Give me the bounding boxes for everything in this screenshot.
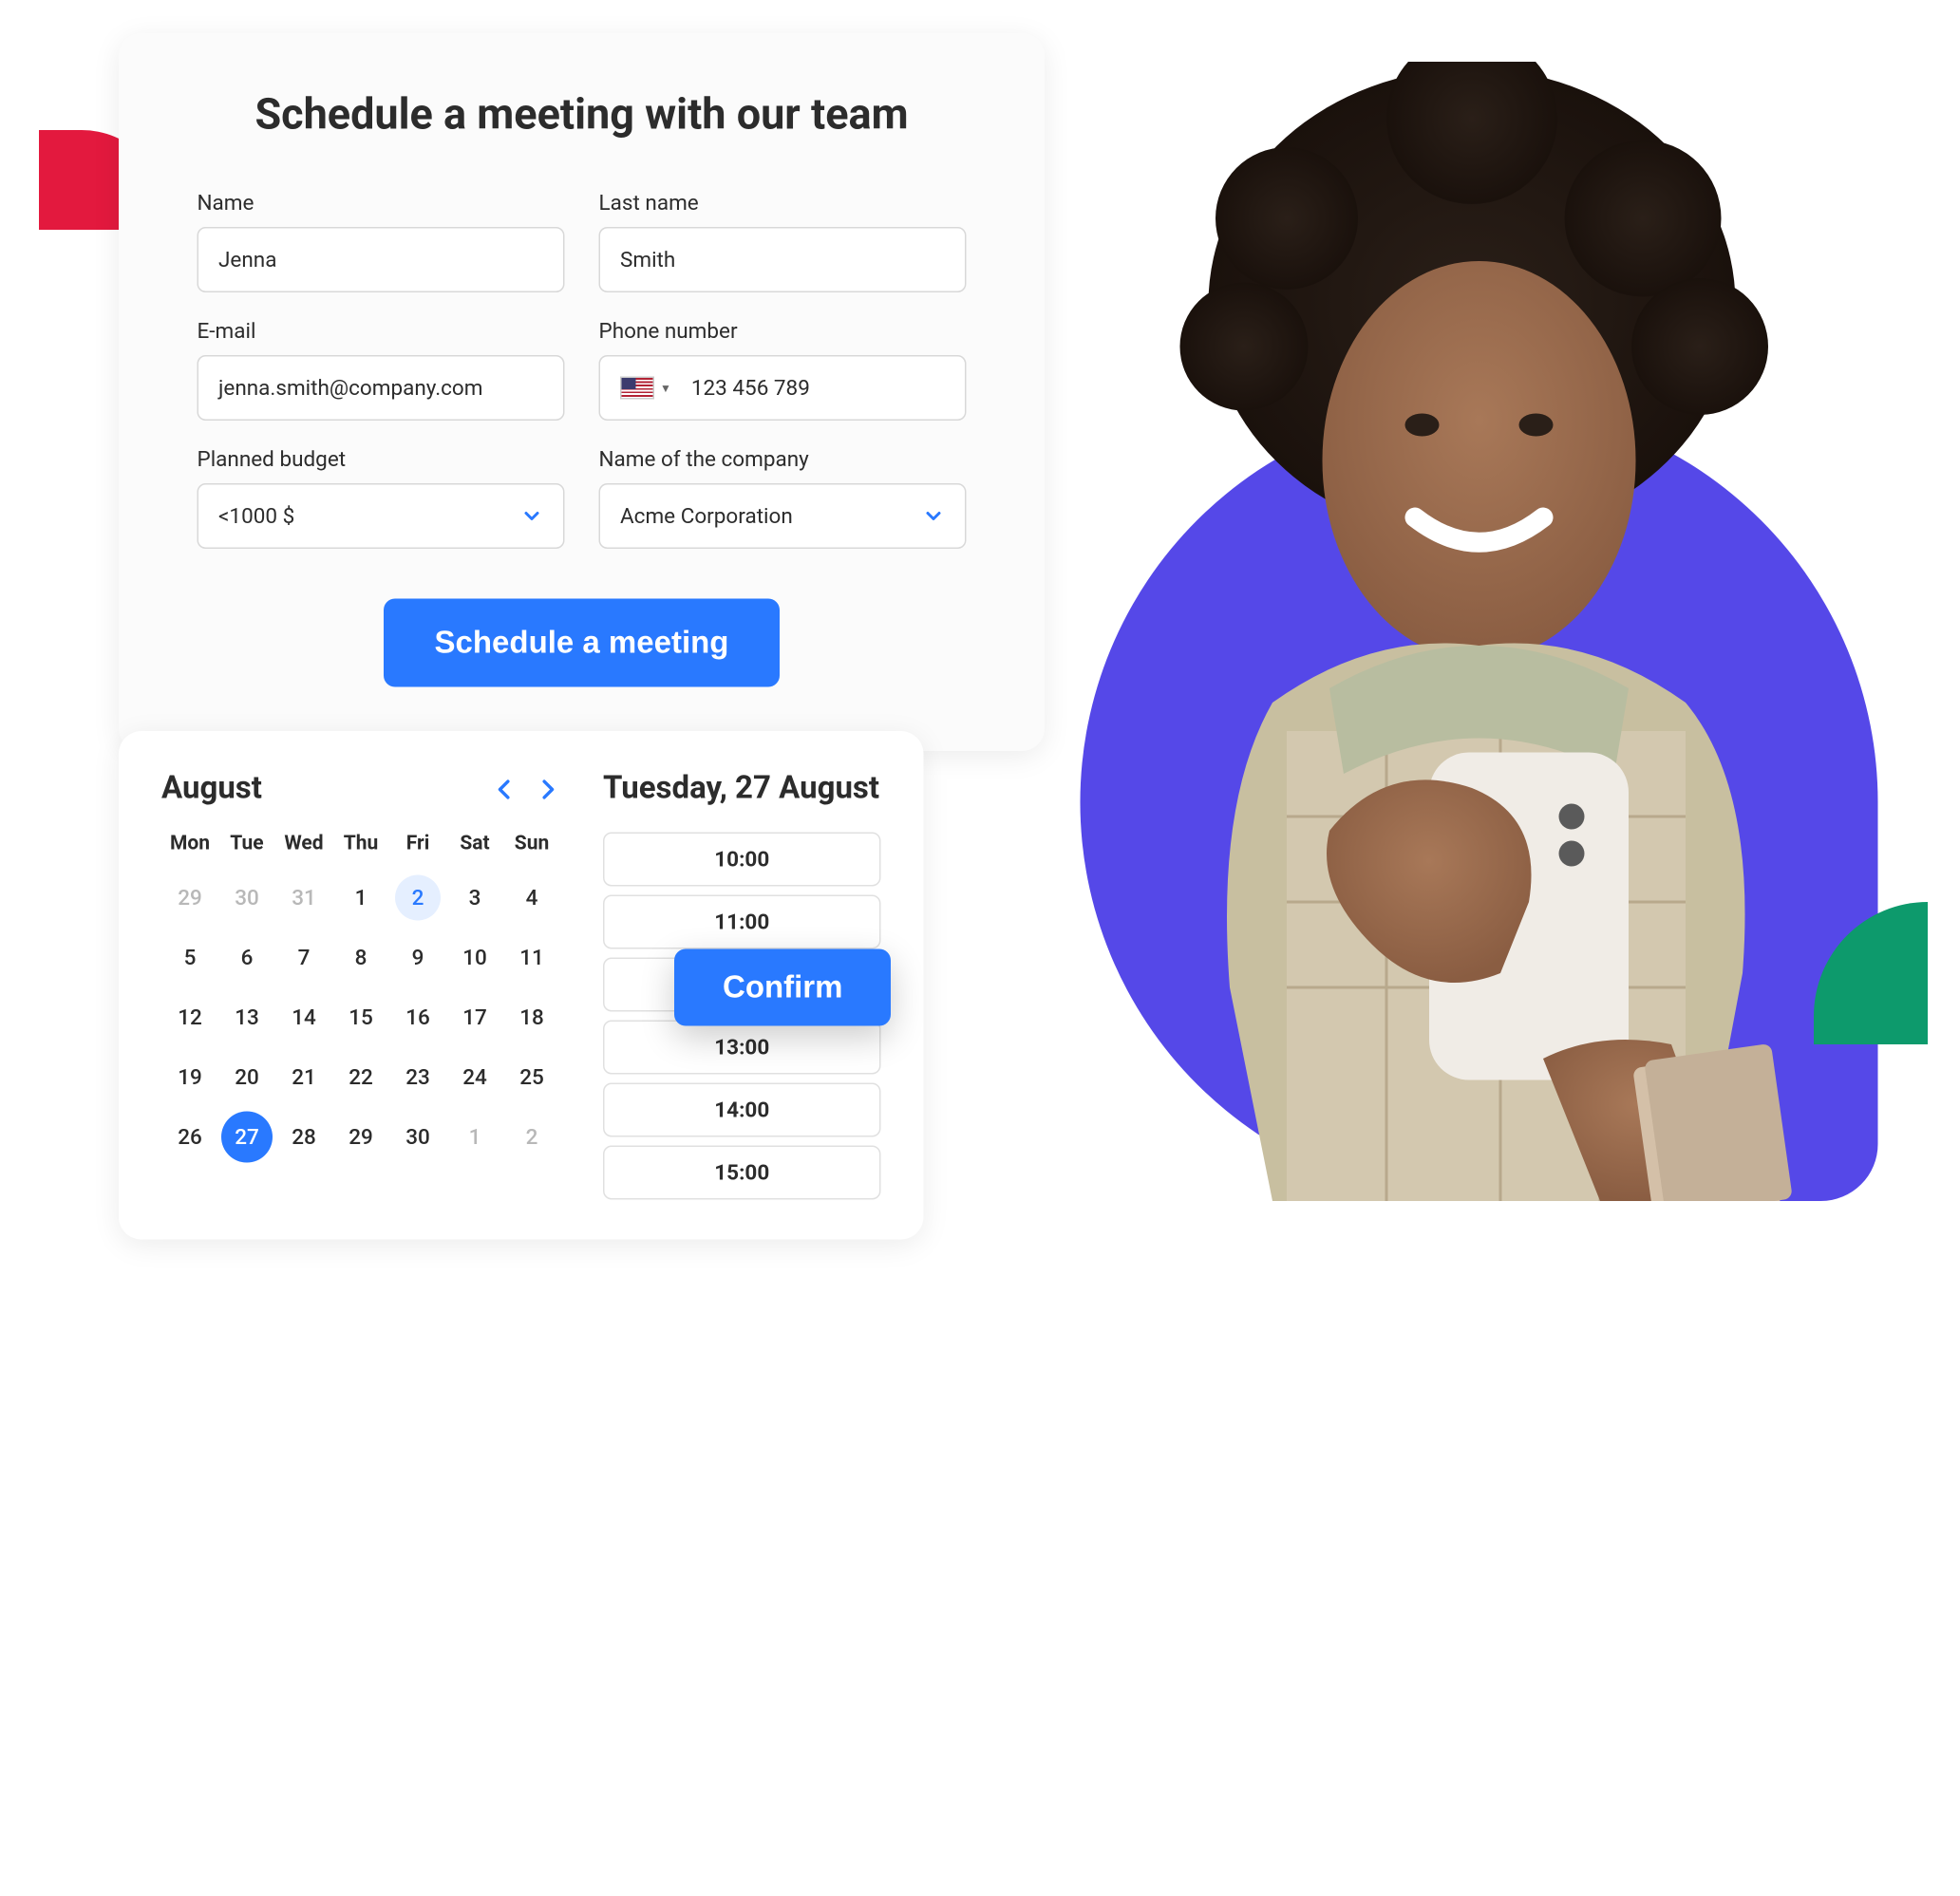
calendar-day[interactable]: 17 bbox=[446, 992, 503, 1043]
weekdays-row: MonTueWedThuFriSatSun bbox=[161, 833, 560, 855]
calendar-day[interactable]: 2 bbox=[503, 1112, 560, 1163]
calendar-day[interactable]: 16 bbox=[389, 992, 446, 1043]
calendar-day[interactable]: 1 bbox=[446, 1112, 503, 1163]
chevron-down-icon: ▼ bbox=[660, 382, 671, 395]
calendar-day[interactable]: 27 bbox=[218, 1112, 275, 1163]
country-flag-selector[interactable]: ▼ bbox=[620, 377, 671, 400]
email-label: E-mail bbox=[198, 318, 565, 344]
calendar-day[interactable]: 23 bbox=[389, 1052, 446, 1103]
budget-value: <1000 $ bbox=[218, 503, 294, 529]
prev-month-icon[interactable] bbox=[492, 776, 518, 801]
form-title: Schedule a meeting with our team bbox=[198, 90, 967, 141]
calendar-day[interactable]: 13 bbox=[218, 992, 275, 1043]
calendar-day[interactable]: 1 bbox=[332, 873, 389, 924]
calendar-day[interactable]: 8 bbox=[332, 932, 389, 984]
calendar-day[interactable]: 2 bbox=[389, 873, 446, 924]
weekday-label: Wed bbox=[275, 833, 332, 855]
lastname-field[interactable]: Smith bbox=[599, 227, 967, 292]
phone-label: Phone number bbox=[599, 318, 967, 344]
calendar-day[interactable]: 24 bbox=[446, 1052, 503, 1103]
lastname-label: Last name bbox=[599, 190, 967, 216]
calendar-day[interactable]: 18 bbox=[503, 992, 560, 1043]
calendar-day[interactable]: 21 bbox=[275, 1052, 332, 1103]
schedule-form-card: Schedule a meeting with our team Name Je… bbox=[119, 33, 1045, 751]
time-slot[interactable]: 11:00 bbox=[603, 895, 881, 949]
budget-select[interactable]: <1000 $ bbox=[198, 483, 565, 549]
calendar-day[interactable]: 14 bbox=[275, 992, 332, 1043]
weekday-label: Thu bbox=[332, 833, 389, 855]
calendar-day[interactable]: 22 bbox=[332, 1052, 389, 1103]
confirm-button[interactable]: Confirm bbox=[674, 949, 891, 1026]
calendar-day[interactable]: 26 bbox=[161, 1112, 218, 1163]
calendar-day[interactable]: 7 bbox=[275, 932, 332, 984]
calendar-day[interactable]: 30 bbox=[389, 1112, 446, 1163]
calendar-month: August bbox=[161, 771, 262, 807]
weekday-label: Tue bbox=[218, 833, 275, 855]
calendar-day[interactable]: 30 bbox=[218, 873, 275, 924]
calendar-day[interactable]: 9 bbox=[389, 932, 446, 984]
phone-field[interactable]: ▼ 123 456 789 bbox=[599, 355, 967, 421]
phone-value: 123 456 789 bbox=[691, 375, 810, 401]
calendar-day[interactable]: 25 bbox=[503, 1052, 560, 1103]
next-month-icon[interactable] bbox=[535, 776, 560, 801]
time-slot[interactable]: 13:00 bbox=[603, 1021, 881, 1075]
calendar-day[interactable]: 29 bbox=[161, 873, 218, 924]
calendar-card: August MonTueWedThuFriSatSun 29303112345… bbox=[119, 731, 924, 1240]
schedule-meeting-button[interactable]: Schedule a meeting bbox=[384, 599, 781, 687]
us-flag-icon bbox=[620, 377, 654, 400]
time-slot[interactable]: 15:00 bbox=[603, 1146, 881, 1200]
weekday-label: Fri bbox=[389, 833, 446, 855]
weekday-label: Sun bbox=[503, 833, 560, 855]
email-field[interactable]: jenna.smith@company.com bbox=[198, 355, 565, 421]
time-slot[interactable]: 10:00 bbox=[603, 833, 881, 887]
calendar-day[interactable]: 11 bbox=[503, 932, 560, 984]
days-grid: 2930311234567891011121314151617181920212… bbox=[161, 873, 560, 1163]
weekday-label: Sat bbox=[446, 833, 503, 855]
calendar-day[interactable]: 6 bbox=[218, 932, 275, 984]
chevron-down-icon bbox=[922, 505, 945, 528]
budget-label: Planned budget bbox=[198, 446, 565, 472]
company-select[interactable]: Acme Corporation bbox=[599, 483, 967, 549]
calendar-day[interactable]: 28 bbox=[275, 1112, 332, 1163]
time-slot[interactable]: 14:00 bbox=[603, 1083, 881, 1137]
name-label: Name bbox=[198, 190, 565, 216]
calendar-day[interactable]: 12 bbox=[161, 992, 218, 1043]
weekday-label: Mon bbox=[161, 833, 218, 855]
calendar-day[interactable]: 3 bbox=[446, 873, 503, 924]
calendar-day[interactable]: 31 bbox=[275, 873, 332, 924]
calendar-day[interactable]: 4 bbox=[503, 873, 560, 924]
calendar-day[interactable]: 5 bbox=[161, 932, 218, 984]
company-value: Acme Corporation bbox=[620, 503, 793, 529]
calendar-day[interactable]: 29 bbox=[332, 1112, 389, 1163]
name-field[interactable]: Jenna bbox=[198, 227, 565, 292]
calendar-day[interactable]: 19 bbox=[161, 1052, 218, 1103]
calendar-day[interactable]: 10 bbox=[446, 932, 503, 984]
person-photo bbox=[1102, 62, 1856, 1201]
company-label: Name of the company bbox=[599, 446, 967, 472]
calendar-day[interactable]: 15 bbox=[332, 992, 389, 1043]
calendar-day[interactable]: 20 bbox=[218, 1052, 275, 1103]
selected-date-heading: Tuesday, 27 August bbox=[603, 771, 881, 807]
chevron-down-icon bbox=[520, 505, 543, 528]
